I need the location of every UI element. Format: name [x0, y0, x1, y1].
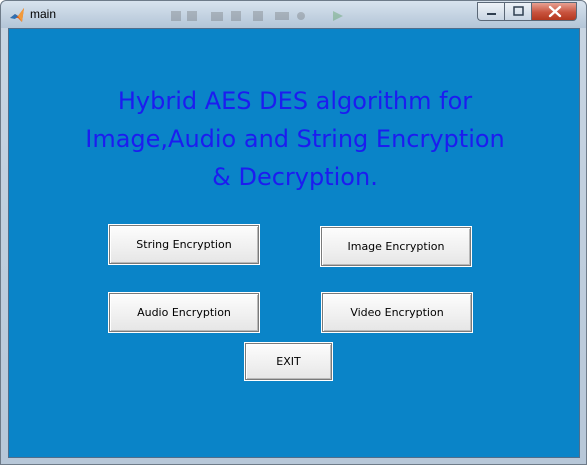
- string-encryption-button[interactable]: String Encryption: [109, 225, 259, 264]
- title-line-3: & Decryption.: [212, 163, 378, 191]
- maximize-icon: [513, 6, 524, 16]
- maximize-button[interactable]: [504, 2, 531, 21]
- window-title: main: [30, 7, 57, 21]
- close-button[interactable]: [531, 2, 577, 21]
- audio-encryption-button[interactable]: Audio Encryption: [109, 293, 259, 332]
- matlab-icon: [10, 8, 24, 22]
- video-encryption-button[interactable]: Video Encryption: [322, 293, 472, 332]
- minimize-icon: [487, 13, 496, 15]
- figure-panel: Hybrid AES DES algorithm for Image,Audio…: [8, 28, 580, 458]
- application-window: main Hybrid AES DES algorithm for Image,…: [0, 0, 587, 465]
- title-line-1: Hybrid AES DES algorithm for: [117, 87, 473, 115]
- toolbar-ghost-icons: [171, 11, 343, 21]
- exit-button[interactable]: EXIT: [245, 343, 332, 380]
- minimize-button[interactable]: [477, 2, 504, 21]
- title-line-2: Image,Audio and String Encryption: [85, 125, 505, 153]
- image-encryption-button[interactable]: Image Encryption: [321, 227, 471, 266]
- title-bar[interactable]: main: [1, 1, 586, 28]
- close-icon: [548, 5, 562, 18]
- page-title: Hybrid AES DES algorithm for Image,Audio…: [9, 82, 581, 196]
